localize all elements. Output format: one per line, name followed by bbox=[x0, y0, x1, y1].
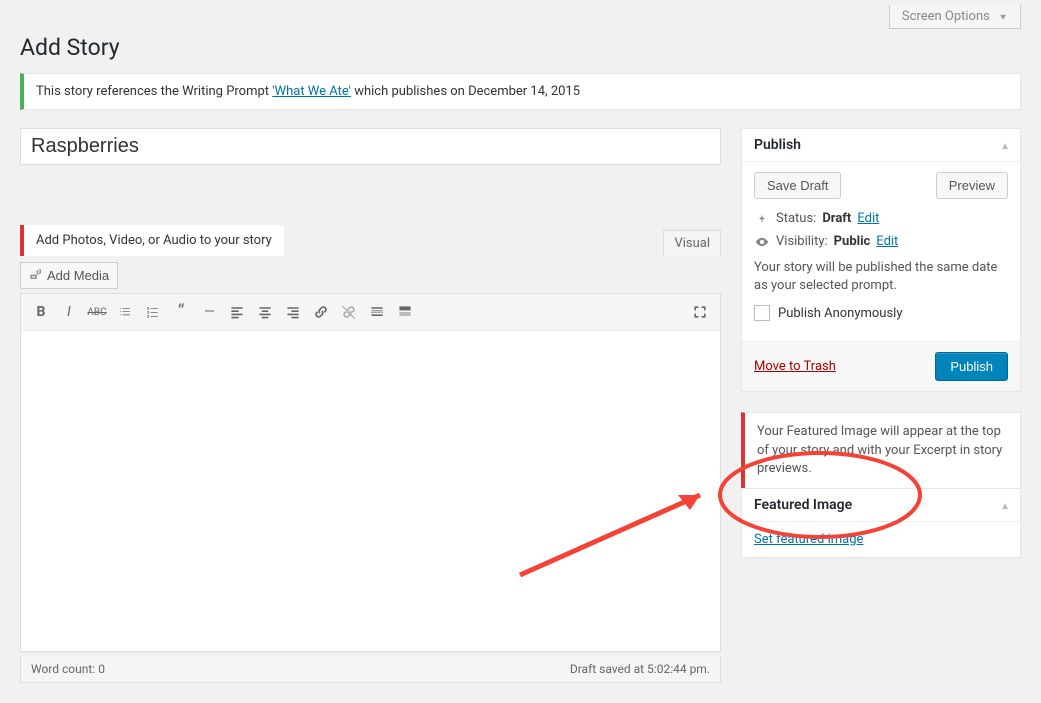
preview-button[interactable]: Preview bbox=[936, 172, 1008, 199]
quote-button[interactable]: “ bbox=[167, 298, 195, 326]
edit-status-link[interactable]: Edit bbox=[857, 211, 879, 226]
fullscreen-button[interactable] bbox=[686, 298, 714, 326]
publish-button[interactable]: Publish bbox=[935, 352, 1008, 381]
toolbar-toggle-button[interactable] bbox=[391, 298, 419, 326]
align-left-button[interactable] bbox=[223, 298, 251, 326]
number-list-button[interactable] bbox=[139, 298, 167, 326]
chevron-down-icon: ▼ bbox=[998, 13, 1008, 22]
tab-visual[interactable]: Visual bbox=[663, 230, 721, 256]
notice-prompt-link[interactable]: 'What We Ate' bbox=[272, 84, 351, 99]
italic-button[interactable]: I bbox=[55, 298, 83, 326]
triangle-up-icon[interactable]: ▲ bbox=[1000, 501, 1010, 512]
screen-options-button[interactable]: Screen Options ▼ bbox=[889, 5, 1021, 29]
add-media-button[interactable]: Add Media bbox=[20, 262, 118, 289]
triangle-up-icon[interactable]: ▲ bbox=[1000, 141, 1010, 152]
unlink-button[interactable] bbox=[335, 298, 363, 326]
publish-box: Publish ▲ Save Draft Preview Status: Dra… bbox=[741, 128, 1021, 392]
bold-button[interactable]: B bbox=[27, 298, 55, 326]
title-input[interactable] bbox=[20, 128, 721, 165]
anonymous-checkbox[interactable] bbox=[754, 305, 770, 321]
screen-options-label: Screen Options bbox=[902, 9, 990, 24]
status-value: Draft bbox=[822, 211, 851, 226]
align-right-button[interactable] bbox=[279, 298, 307, 326]
notice-prefix: This story references the Writing Prompt bbox=[36, 84, 272, 99]
eye-icon bbox=[754, 235, 770, 249]
visibility-value: Public bbox=[834, 234, 871, 249]
featured-image-heading: Featured Image bbox=[754, 497, 1008, 513]
featured-image-notice: Your Featured Image will appear at the t… bbox=[741, 412, 1021, 488]
notice-suffix: which publishes on December 14, 2015 bbox=[351, 84, 580, 99]
word-count: Word count: 0 bbox=[31, 662, 105, 676]
editor-toolbar: B I ABC “ — bbox=[21, 294, 720, 331]
hr-button[interactable]: — bbox=[195, 298, 223, 326]
anonymous-label: Publish Anonymously bbox=[778, 306, 903, 321]
prompt-notice: This story references the Writing Prompt… bbox=[20, 73, 1021, 110]
save-draft-button[interactable]: Save Draft bbox=[754, 172, 841, 199]
insert-more-button[interactable] bbox=[363, 298, 391, 326]
pin-icon bbox=[754, 213, 770, 225]
media-tip: Add Photos, Video, or Audio to your stor… bbox=[20, 225, 284, 256]
camera-music-icon bbox=[29, 267, 43, 284]
featured-image-box: Featured Image ▲ Set featured image bbox=[741, 488, 1021, 558]
set-featured-image-link[interactable]: Set featured image bbox=[754, 532, 863, 547]
publish-heading: Publish bbox=[754, 137, 1008, 153]
draft-saved-status: Draft saved at 5:02:44 pm. bbox=[570, 662, 710, 676]
edit-visibility-link[interactable]: Edit bbox=[876, 234, 898, 249]
editor-content[interactable] bbox=[21, 331, 720, 651]
add-media-label: Add Media bbox=[47, 268, 109, 283]
page-title: Add Story bbox=[20, 29, 1021, 73]
strikethrough-button[interactable]: ABC bbox=[83, 298, 111, 326]
status-label: Status: bbox=[776, 211, 816, 226]
link-button[interactable] bbox=[307, 298, 335, 326]
align-center-button[interactable] bbox=[251, 298, 279, 326]
move-to-trash-link[interactable]: Move to Trash bbox=[754, 359, 836, 374]
visibility-label: Visibility: bbox=[776, 234, 828, 249]
bullet-list-button[interactable] bbox=[111, 298, 139, 326]
publish-note: Your story will be published the same da… bbox=[754, 259, 1008, 295]
